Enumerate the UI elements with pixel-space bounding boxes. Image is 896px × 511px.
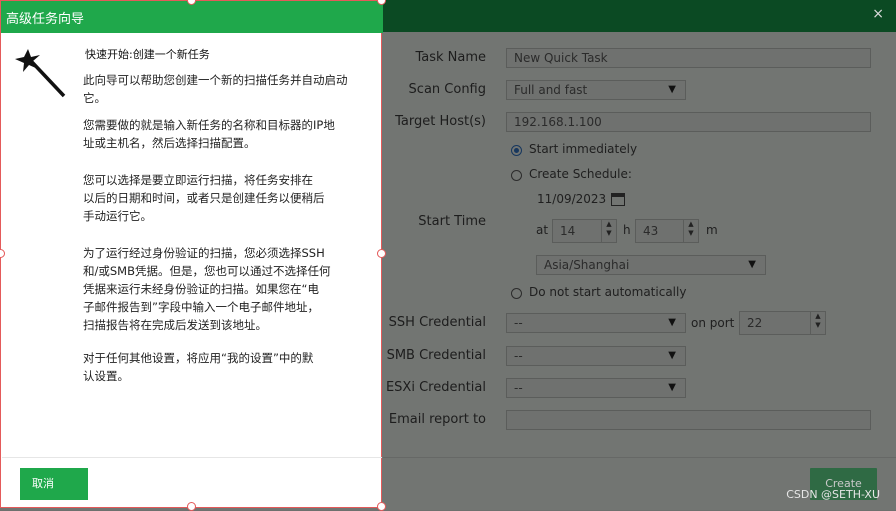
- wizard-settings-text: 对于任何其他设置，将应用“我的设置”中的默 认设置。: [83, 351, 314, 383]
- wizard-footer-divider: [2, 457, 382, 458]
- start-immediately-radio[interactable]: [511, 145, 522, 156]
- start-time-label: Start Time: [418, 214, 486, 229]
- wizard-subtitle: 快速开始:创建一个新任务: [85, 48, 210, 61]
- schedule-date: 11/09/2023: [537, 192, 607, 206]
- target-hosts-label: Target Host(s): [395, 114, 486, 129]
- at-label: at: [536, 223, 549, 237]
- hour-spinner[interactable]: 14 ▲ ▼: [552, 219, 617, 243]
- minute-value: 43: [643, 224, 659, 238]
- m-label: m: [706, 223, 718, 237]
- dropdown-arrow-icon: ▼: [668, 382, 676, 393]
- port-spinner-arrows-icon[interactable]: ▲ ▼: [810, 312, 825, 334]
- scan-config-value: Full and fast: [514, 83, 588, 97]
- cancel-button[interactable]: 取消: [20, 468, 88, 500]
- create-schedule-radio[interactable]: [511, 170, 522, 181]
- footer-divider: [383, 457, 896, 458]
- close-icon[interactable]: ×: [872, 6, 884, 22]
- hour-spinner-arrows-icon[interactable]: ▲ ▼: [601, 220, 616, 242]
- calendar-icon[interactable]: [611, 193, 625, 206]
- resize-handle-right[interactable]: [377, 249, 386, 258]
- ssh-credential-value: --: [514, 316, 523, 330]
- ssh-port-spinner[interactable]: 22 ▲ ▼: [739, 311, 826, 335]
- timezone-value: Asia/Shanghai: [544, 258, 630, 272]
- on-port-label: on port: [691, 316, 735, 330]
- timezone-select[interactable]: Asia/Shanghai ▼: [536, 255, 766, 275]
- scan-config-label: Scan Config: [408, 82, 486, 97]
- advanced-task-wizard: 高级任务向导 快速开始:创建一个新任务 此向导可以帮助您创建一个新的扫描任务并自…: [0, 0, 383, 508]
- wizard-credentials-text: 为了运行经过身份验证的扫描，您必须选择SSH 和/或SMB凭据。但是，您也可以通…: [83, 246, 331, 332]
- hour-value: 14: [560, 224, 576, 238]
- h-label: h: [623, 223, 631, 237]
- smb-credential-select[interactable]: -- ▼: [506, 346, 686, 366]
- ssh-port-value: 22: [747, 316, 763, 330]
- wizard-name-target-text: 您需要做的就是输入新任务的名称和目标器的IP地 址或主机名，然后选择扫描配置。: [83, 118, 335, 150]
- create-schedule-label: Create Schedule:: [529, 167, 632, 181]
- esxi-credential-select[interactable]: -- ▼: [506, 378, 686, 398]
- dropdown-arrow-icon: ▼: [668, 317, 676, 328]
- minute-spinner[interactable]: 43 ▲ ▼: [635, 219, 699, 243]
- wizard-schedule-text: 您可以选择是要立即运行扫描，将任务安排在 以后的日期和时间，或者只是创建任务以便…: [83, 173, 325, 223]
- do-not-start-label: Do not start automatically: [529, 285, 687, 299]
- dropdown-arrow-icon: ▼: [748, 259, 756, 270]
- magic-wand-icon: [15, 49, 66, 98]
- ssh-credential-label: SSH Credential: [388, 315, 486, 330]
- wizard-title: 高级任务向导: [6, 12, 85, 27]
- dropdown-arrow-icon: ▼: [668, 84, 676, 95]
- task-name-label: Task Name: [415, 50, 486, 65]
- minute-spinner-arrows-icon[interactable]: ▲ ▼: [683, 220, 698, 242]
- smb-credential-value: --: [514, 349, 523, 363]
- smb-credential-label: SMB Credential: [386, 348, 486, 363]
- email-report-label: Email report to: [388, 412, 486, 427]
- wizard-intro-text: 此向导可以帮助您创建一个新的扫描任务并自动启动 它。: [83, 73, 348, 105]
- target-hosts-input[interactable]: 192.168.1.100: [506, 112, 871, 132]
- watermark: CSDN @SETH-XU: [786, 488, 880, 501]
- ssh-credential-select[interactable]: -- ▼: [506, 313, 686, 333]
- wizard-header: 高级任务向导: [1, 1, 383, 33]
- esxi-credential-value: --: [514, 381, 523, 395]
- task-name-input[interactable]: New Quick Task: [506, 48, 871, 68]
- email-report-input[interactable]: [506, 410, 871, 430]
- do-not-start-radio[interactable]: [511, 288, 522, 299]
- dropdown-arrow-icon: ▼: [668, 350, 676, 361]
- scan-config-select[interactable]: Full and fast ▼: [506, 80, 686, 100]
- start-immediately-label: Start immediately: [529, 142, 638, 156]
- esxi-credential-label: ESXi Credential: [385, 380, 486, 395]
